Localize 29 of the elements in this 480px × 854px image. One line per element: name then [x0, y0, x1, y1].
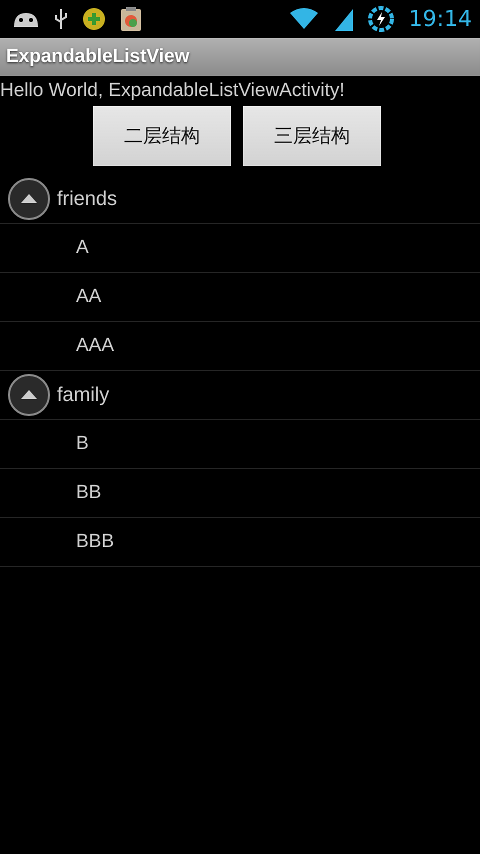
group-row[interactable]: family: [0, 371, 480, 420]
greeting-text: Hello World, ExpandableListViewActivity!: [0, 79, 346, 102]
signal-icon: [332, 7, 353, 31]
child-label: BBB: [76, 531, 114, 553]
child-label: BB: [76, 482, 102, 504]
wifi-icon: [288, 7, 319, 31]
plus-circle-icon: [82, 7, 106, 31]
child-row[interactable]: A: [0, 224, 480, 273]
child-row[interactable]: AAA: [0, 322, 480, 371]
child-label: AAA: [76, 335, 114, 357]
structure-button[interactable]: 三层结构: [243, 106, 381, 166]
child-label: B: [76, 433, 89, 455]
clipboard-icon: [120, 6, 142, 32]
child-label: A: [76, 237, 89, 259]
app-title: ExpandableListView: [6, 46, 190, 68]
battery-charging-icon: [366, 5, 395, 33]
group-label: friends: [57, 188, 118, 210]
group-row[interactable]: friends: [0, 175, 480, 224]
usb-icon: [54, 7, 68, 31]
child-label: AA: [76, 286, 102, 308]
group-indicator-icon[interactable]: [7, 177, 51, 221]
child-row[interactable]: B: [0, 420, 480, 469]
structure-button[interactable]: 二层结构: [93, 106, 231, 166]
group-label: family: [57, 384, 110, 406]
child-row[interactable]: BB: [0, 469, 480, 518]
child-row[interactable]: AA: [0, 273, 480, 322]
child-row[interactable]: BBB: [0, 518, 480, 567]
clock-time: 19:14: [408, 6, 472, 32]
group-indicator-icon[interactable]: [7, 373, 51, 417]
